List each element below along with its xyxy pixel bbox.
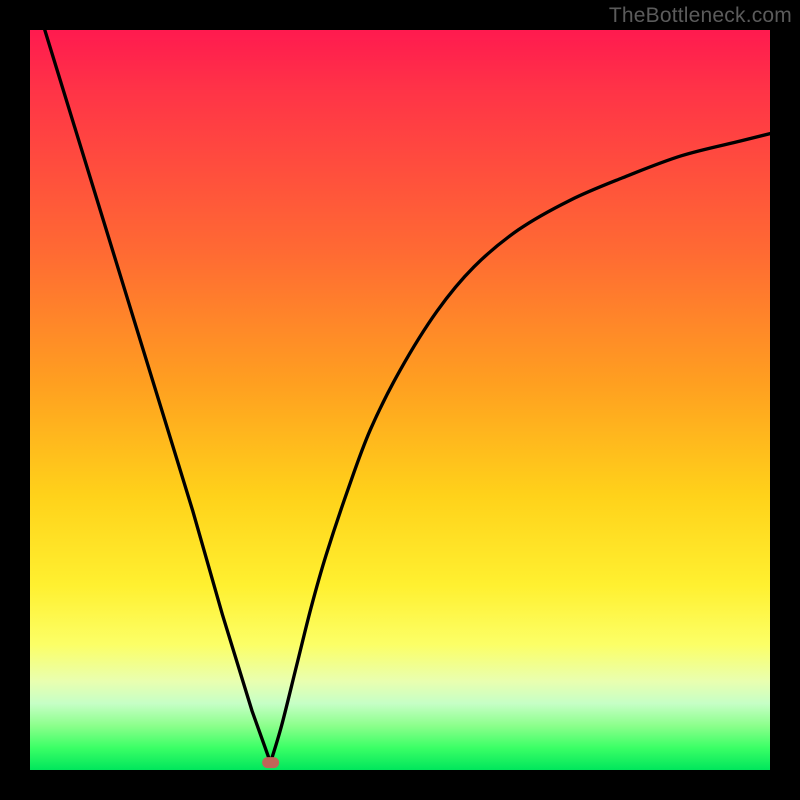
chart-frame: TheBottleneck.com — [0, 0, 800, 800]
curve-layer — [30, 30, 770, 770]
attribution-text: TheBottleneck.com — [609, 4, 792, 28]
minimum-marker — [262, 757, 280, 769]
plot-area — [30, 30, 770, 770]
curve-left-branch — [45, 30, 271, 763]
curve-right-branch — [271, 134, 771, 763]
